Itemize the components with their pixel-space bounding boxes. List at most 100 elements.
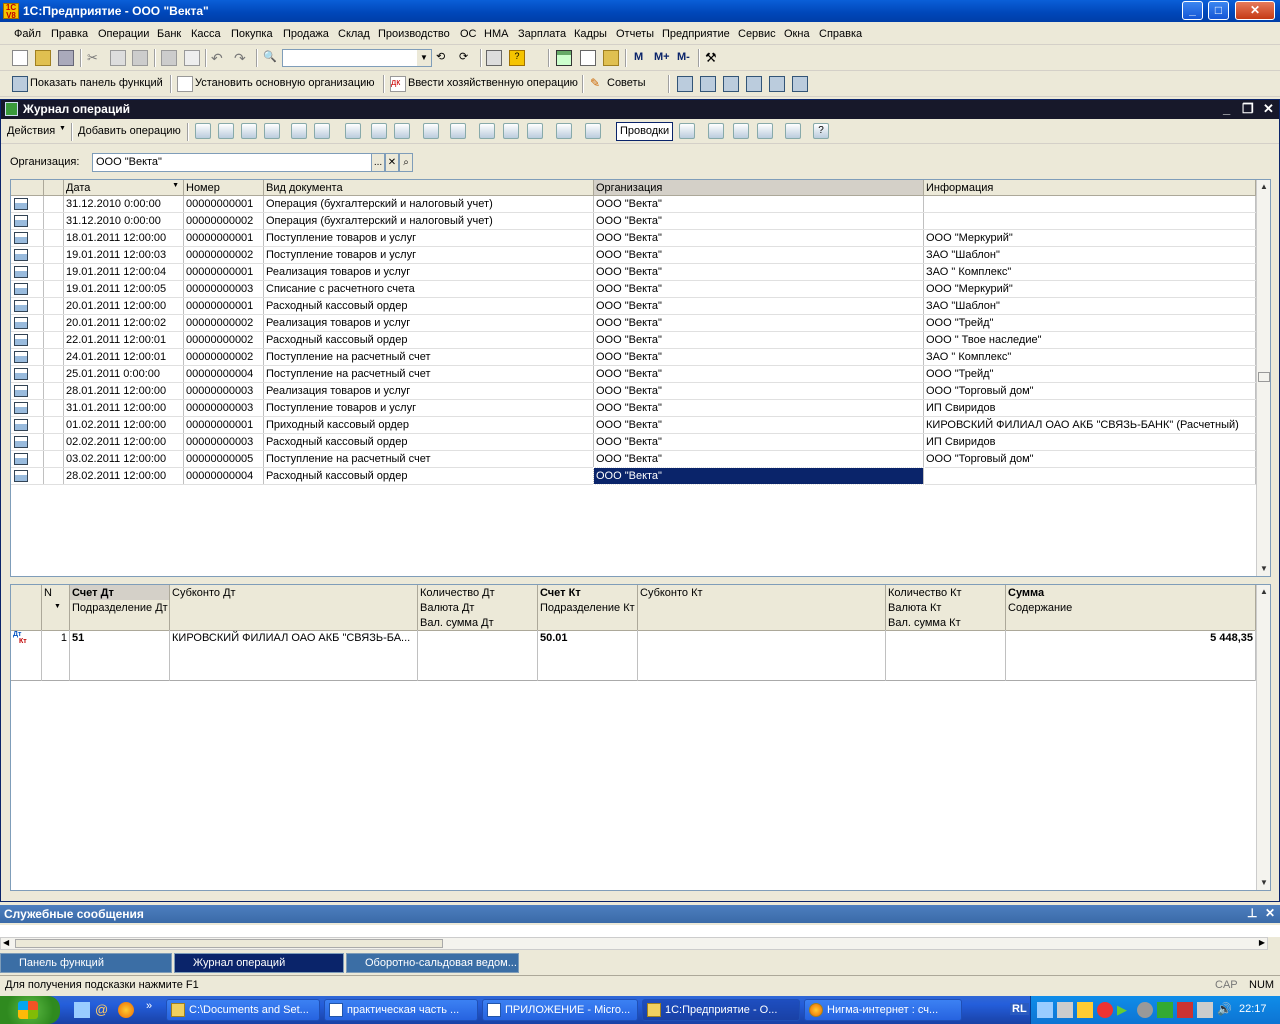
tray-app-icon[interactable]	[1077, 1002, 1093, 1018]
add-row-icon[interactable]	[195, 123, 211, 139]
postings-header-dept-kt[interactable]: Подразделение Кт	[538, 600, 638, 616]
scroll-down-icon[interactable]: ▼	[1258, 877, 1270, 889]
task-word-practical[interactable]: практическая часть ...	[324, 999, 478, 1021]
memory-minus-button[interactable]: M-	[677, 51, 690, 63]
scroll-up-icon[interactable]: ▲	[1258, 586, 1270, 598]
copy-icon[interactable]	[110, 50, 126, 66]
table-row[interactable]: 18.01.2011 12:00:00 00000000001 Поступлени…	[11, 230, 1256, 247]
postings-header-account-dt[interactable]: Счет Дт	[70, 585, 170, 601]
report-icon[interactable]	[792, 76, 808, 92]
journal-table[interactable]: Дата ▼ Номер Вид документа Организация Ин…	[10, 179, 1271, 577]
doc-minimize-button[interactable]: _	[1223, 101, 1230, 116]
menu-warehouse[interactable]: Склад	[338, 28, 370, 40]
postings-header-subconto-dt[interactable]: Субконто Дт	[170, 585, 418, 601]
clear-filter-icon[interactable]	[556, 123, 572, 139]
pin-icon[interactable]: ⊥	[1247, 906, 1257, 920]
menu-nma[interactable]: НМА	[484, 28, 508, 40]
tab-journal[interactable]: Журнал операций	[174, 953, 344, 973]
quicklaunch-more-icon[interactable]: »	[146, 1000, 152, 1012]
undo-icon[interactable]: ↶	[211, 50, 227, 66]
table-row[interactable]: 20.01.2011 12:00:02 00000000002 Реализация…	[11, 315, 1256, 332]
scroll-thumb[interactable]	[1258, 372, 1270, 382]
save-icon[interactable]	[58, 50, 74, 66]
add-operation-button[interactable]: Добавить операцию	[78, 125, 181, 137]
postings-header-currency-dt[interactable]: Валюта Дт	[418, 600, 538, 616]
table-row[interactable]: 19.01.2011 12:00:05 00000000003 Списание с…	[11, 281, 1256, 298]
table-row[interactable]: 02.02.2011 12:00:00 00000000003 Расходный …	[11, 434, 1256, 451]
postings-header-account-kt[interactable]: Счет Кт	[538, 585, 638, 601]
delete-row-icon[interactable]	[264, 123, 280, 139]
table-row[interactable]: 20.01.2011 12:00:00 00000000001 Расходный …	[11, 298, 1256, 315]
search-combo[interactable]: ▼	[282, 49, 432, 67]
find-prev-icon[interactable]: ⟳	[459, 50, 475, 66]
column-header-number[interactable]: Номер	[184, 180, 264, 196]
menu-bank[interactable]: Банк	[157, 28, 181, 40]
maximize-button[interactable]: □	[1208, 1, 1229, 20]
table-row[interactable]: 24.01.2011 12:00:01 00000000002 Поступлени…	[11, 349, 1256, 366]
close-button[interactable]: ✕	[1235, 1, 1275, 20]
new-document-icon[interactable]	[12, 50, 28, 66]
task-1c[interactable]: 1С:Предприятие - О...	[642, 999, 800, 1021]
tab-balance-sheet[interactable]: Оборотно-сальдовая ведом...	[346, 953, 519, 973]
firefox-icon[interactable]	[118, 1002, 134, 1018]
tools-icon[interactable]: ⚒	[705, 50, 721, 66]
report-icon[interactable]	[769, 76, 785, 92]
paste-icon[interactable]	[132, 50, 148, 66]
scroll-up-icon[interactable]: ▲	[1258, 181, 1270, 193]
filter-icon[interactable]	[479, 123, 495, 139]
unpost-document-icon[interactable]	[394, 123, 410, 139]
postings-header-qty-kt[interactable]: Количество Кт	[886, 585, 1006, 601]
postings-header-qty-dt[interactable]: Количество Дт	[418, 585, 538, 601]
find-next-icon[interactable]: ⟲	[436, 50, 452, 66]
memory-plus-button[interactable]: M+	[654, 51, 670, 63]
language-indicator[interactable]: RL	[1010, 1003, 1029, 1015]
scroll-down-icon[interactable]: ▼	[1258, 563, 1270, 575]
print-icon[interactable]	[161, 50, 177, 66]
table-row[interactable]: 28.01.2011 12:00:00 00000000003 Реализация…	[11, 383, 1256, 400]
edit-row-icon[interactable]	[241, 123, 257, 139]
postings-header-subconto-kt[interactable]: Субконто Кт	[638, 585, 886, 601]
hscroll-thumb[interactable]	[15, 939, 443, 948]
chevron-down-icon[interactable]: ▼	[417, 50, 431, 66]
postings-header-cur-sum-dt[interactable]: Вал. сумма Дт	[418, 615, 538, 631]
employee-icon[interactable]	[723, 76, 739, 92]
postings-header-content[interactable]: Содержание	[1006, 600, 1256, 616]
postings-row[interactable]: Дт Кт 1 51 КИРОВСКИЙ ФИЛИАЛ ОАО АКБ "СВЯЗ…	[11, 630, 1256, 681]
column-header-doc-type[interactable]: Вид документа	[264, 180, 594, 196]
table-row[interactable]: 19.01.2011 12:00:03 00000000002 Поступлени…	[11, 247, 1256, 264]
postings-header-n[interactable]: N ▼	[42, 585, 70, 631]
task-firefox[interactable]: Нигма-интернет : сч...	[804, 999, 962, 1021]
menu-production[interactable]: Производство	[378, 28, 450, 40]
calendar-icon[interactable]	[580, 50, 596, 66]
set-main-organization-button[interactable]: Установить основную организацию	[195, 77, 375, 89]
task-word-appendix[interactable]: ПРИЛОЖЕНИЕ - Micro...	[482, 999, 638, 1021]
menu-windows[interactable]: Окна	[784, 28, 810, 40]
network-icon[interactable]	[1037, 1002, 1053, 1018]
filter-history-icon[interactable]	[527, 123, 543, 139]
lock-icon[interactable]	[603, 50, 619, 66]
organization-clear-button[interactable]: ✕	[385, 153, 399, 172]
memory-button[interactable]: M	[634, 51, 643, 63]
doc-restore-button[interactable]: ❐	[1242, 101, 1254, 117]
scroll-left-icon[interactable]: ◀	[3, 938, 9, 947]
actions-menu[interactable]: Действия	[7, 125, 55, 137]
interval-icon[interactable]	[291, 123, 307, 139]
menu-salary[interactable]: Зарплата	[518, 28, 566, 40]
move-icon[interactable]	[423, 123, 439, 139]
table-row[interactable]: 28.02.2011 12:00:00 00000000004 Расходный …	[11, 467, 1256, 485]
menu-reports[interactable]: Отчеты	[616, 28, 654, 40]
redo-icon[interactable]: ↷	[234, 50, 250, 66]
tray-app-icon[interactable]	[1137, 1002, 1153, 1018]
menu-file[interactable]: Файл	[14, 28, 41, 40]
menu-cash[interactable]: Касса	[191, 28, 221, 40]
column-header-date[interactable]: Дата ▼	[64, 180, 184, 196]
menu-os[interactable]: ОС	[460, 28, 477, 40]
column-header-organization[interactable]: Организация	[594, 180, 924, 196]
sum-icon[interactable]	[679, 123, 695, 139]
table-row[interactable]: 31.01.2011 12:00:00 00000000003 Поступлени…	[11, 400, 1256, 417]
windows-icon[interactable]	[486, 50, 502, 66]
menu-sales[interactable]: Продажа	[283, 28, 329, 40]
report-icon[interactable]	[757, 123, 773, 139]
refresh-icon[interactable]	[708, 123, 724, 139]
antivirus-icon[interactable]	[1177, 1002, 1193, 1018]
